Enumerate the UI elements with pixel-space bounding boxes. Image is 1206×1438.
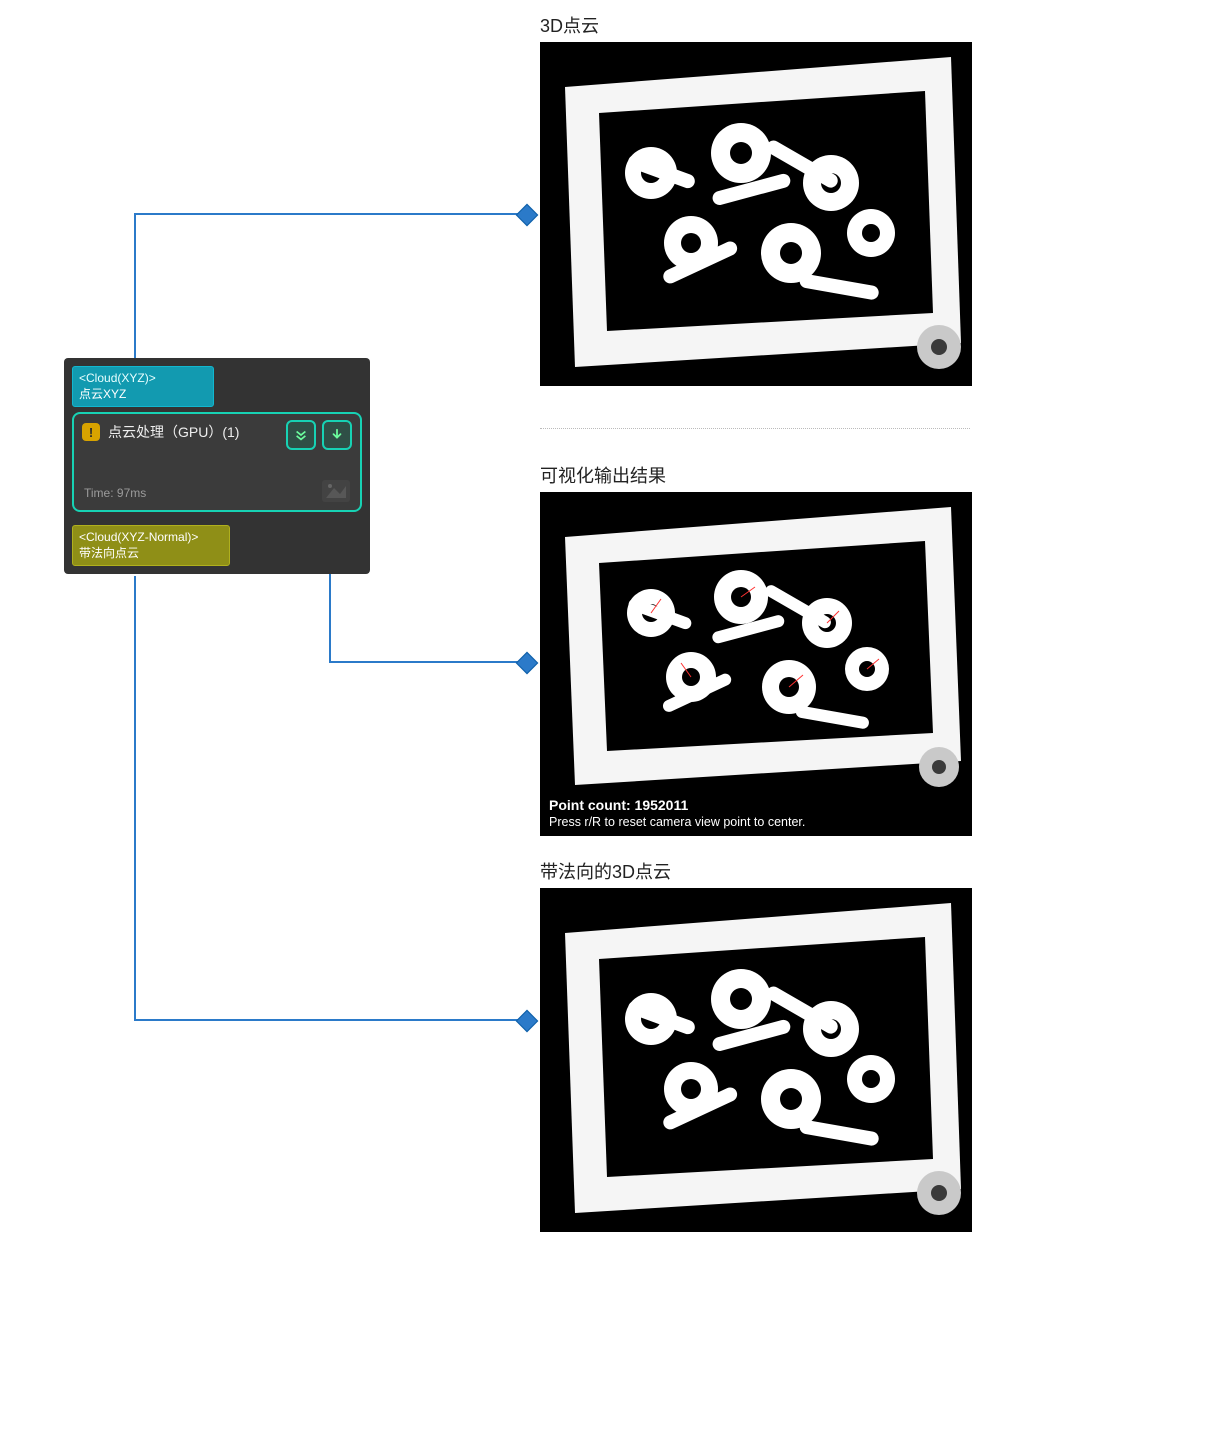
pointcloud-view-3d[interactable]: [540, 42, 972, 386]
output-port-cloud-xyz-normal[interactable]: <Cloud(XYZ-Normal)> 带法向点云: [72, 525, 230, 566]
overlay-text: Point count: 1952011 Press r/R to reset …: [549, 797, 805, 829]
panel-title-3d-pointcloud-with-normal: 带法向的3D点云: [540, 858, 671, 884]
panel-title-visual-output: 可视化输出结果: [540, 462, 666, 488]
input-port-label: 点云XYZ: [79, 387, 207, 402]
point-count-text: Point count: 1952011: [549, 797, 805, 813]
reset-hint-text: Press r/R to reset camera view point to …: [549, 815, 805, 829]
pointcloud-view-with-normals[interactable]: [540, 888, 972, 1232]
connector-end-middle: [516, 652, 539, 675]
pointcloud-image-placeholder: [541, 43, 971, 385]
operator-title: 点云处理（GPU）(1): [108, 422, 239, 442]
download-button[interactable]: [322, 420, 352, 450]
connector-end-bottom: [516, 1010, 539, 1033]
pointcloud-image-placeholder: [541, 493, 971, 835]
thumbnail-icon: [322, 480, 350, 502]
input-port-cloud-xyz[interactable]: <Cloud(XYZ)> 点云XYZ: [72, 366, 214, 407]
pointcloud-image-placeholder: [541, 889, 971, 1231]
panel-title-3d-pointcloud: 3D点云: [540, 12, 599, 38]
input-port-type: <Cloud(XYZ)>: [79, 371, 207, 386]
warning-icon: !: [82, 423, 100, 441]
expand-button[interactable]: [286, 420, 316, 450]
pointcloud-view-output[interactable]: Point count: 1952011 Press r/R to reset …: [540, 492, 972, 836]
diagram-root: <Cloud(XYZ)> 点云XYZ ! 点云处理（GPU）(1): [0, 0, 1206, 1438]
section-divider: [540, 428, 970, 429]
output-port-label: 带法向点云: [79, 546, 223, 561]
output-port-type: <Cloud(XYZ-Normal)>: [79, 530, 223, 545]
processing-node: <Cloud(XYZ)> 点云XYZ ! 点云处理（GPU）(1): [64, 358, 370, 574]
operator-block[interactable]: ! 点云处理（GPU）(1) Time: 97ms: [72, 412, 362, 512]
connector-end-top: [516, 204, 539, 227]
operator-time-label: Time: 97ms: [84, 486, 146, 500]
